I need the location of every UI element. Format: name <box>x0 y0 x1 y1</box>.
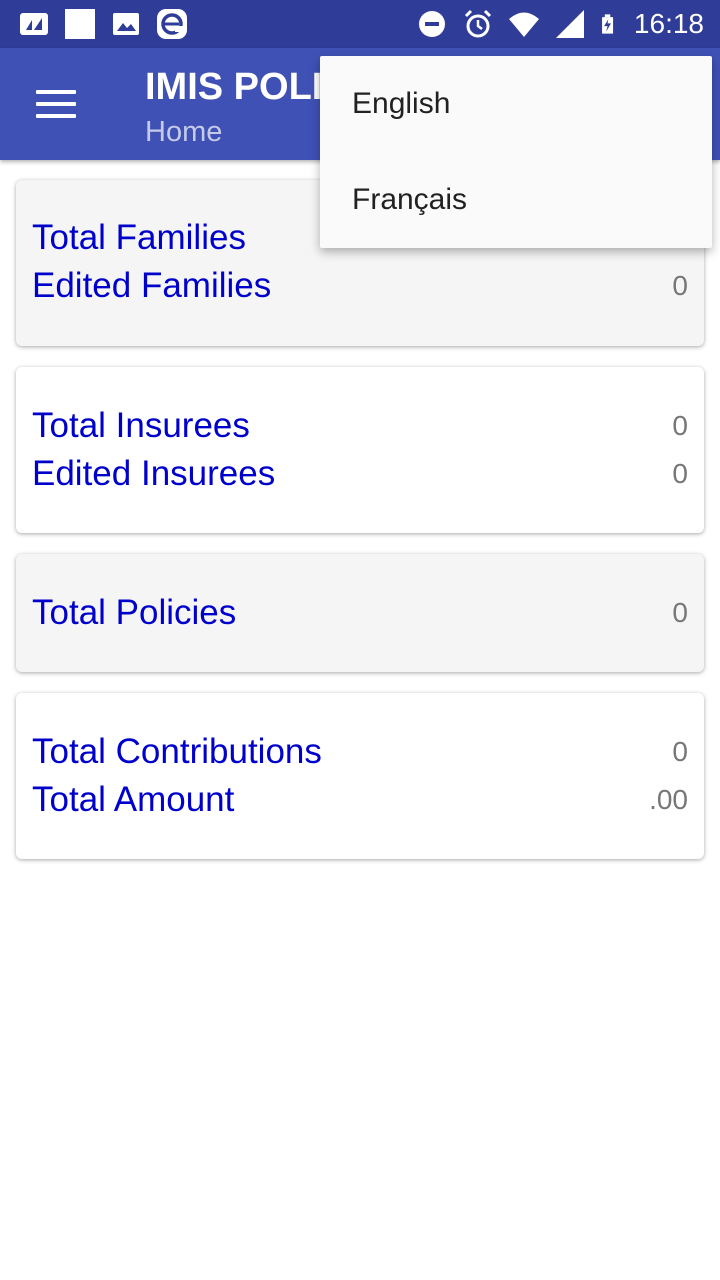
menu-item-francais[interactable]: Français <box>320 152 712 248</box>
total-insurees-label: Total Insurees <box>32 406 250 445</box>
total-contributions-label: Total Contributions <box>32 732 322 771</box>
alarm-icon <box>464 9 491 38</box>
total-amount-value: .00 <box>649 784 688 815</box>
insurees-card: Total Insurees 0 Edited Insurees 0 <box>16 367 704 533</box>
notification-square-icon <box>65 9 95 39</box>
menu-icon[interactable] <box>30 84 82 124</box>
menu-item-english[interactable]: English <box>320 56 712 152</box>
status-time: 16:18 <box>633 8 704 39</box>
total-families-label: Total Families <box>32 218 246 257</box>
do-not-disturb-icon <box>418 11 445 37</box>
total-insurees-row: Total Insurees 0 <box>32 402 688 450</box>
edited-insurees-value: 0 <box>672 458 688 489</box>
status-bar: 16:18 <box>0 0 720 48</box>
battery-charging-icon <box>601 14 613 34</box>
contributions-card: Total Contributions 0 Total Amount .00 <box>16 693 704 859</box>
app-title: IMIS POLI <box>145 66 323 108</box>
total-contributions-row: Total Contributions 0 <box>32 728 688 776</box>
total-contributions-value: 0 <box>672 736 688 767</box>
total-policies-label: Total Policies <box>32 593 237 632</box>
status-right-icons: 16:18 <box>402 8 704 40</box>
total-amount-row: Total Amount .00 <box>32 776 688 824</box>
total-amount-label: Total Amount <box>32 780 235 819</box>
total-policies-row: Total Policies 0 <box>32 589 688 637</box>
edited-families-row: Edited Families 0 <box>32 262 688 310</box>
language-menu: English Français <box>320 56 712 248</box>
nfc-icon <box>20 13 48 35</box>
edited-families-label: Edited Families <box>32 266 272 305</box>
total-insurees-value: 0 <box>672 410 688 441</box>
edited-insurees-row: Edited Insurees 0 <box>32 450 688 498</box>
e-app-icon <box>157 9 187 39</box>
total-policies-value: 0 <box>672 597 688 628</box>
app-subtitle: Home <box>145 116 223 148</box>
edited-insurees-label: Edited Insurees <box>32 454 276 493</box>
edited-families-value: 0 <box>672 270 688 301</box>
wifi-icon <box>508 12 539 37</box>
status-left-icons <box>18 8 202 40</box>
image-icon <box>113 13 139 35</box>
signal-icon <box>555 10 584 38</box>
policies-card: Total Policies 0 <box>16 554 704 672</box>
